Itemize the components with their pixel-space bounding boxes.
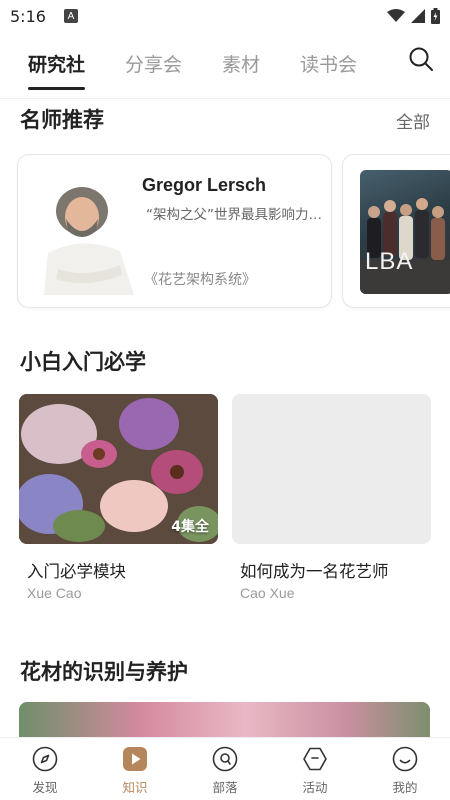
- see-all-link[interactable]: 全部: [396, 108, 430, 133]
- course-title[interactable]: 如何成为一名花艺师: [240, 558, 389, 582]
- hexagon-icon: [303, 747, 327, 771]
- tribe-icon: [212, 746, 238, 772]
- course-thumbnail[interactable]: 4集全: [19, 394, 218, 544]
- nav-label: 我的: [392, 780, 418, 795]
- nav-mine[interactable]: 我的: [360, 738, 450, 800]
- nav-tribe[interactable]: 部落: [180, 738, 270, 800]
- smile-icon: [392, 746, 418, 772]
- nav-knowledge[interactable]: 知识: [90, 738, 180, 800]
- battery-icon: [431, 8, 440, 24]
- teacher-card[interactable]: LBA: [342, 154, 450, 308]
- status-bar: 5:16 A: [0, 0, 450, 32]
- status-icons: [387, 8, 440, 24]
- notification-a-icon: A: [63, 9, 78, 23]
- tab-sharing-session[interactable]: 分享会: [125, 50, 182, 77]
- top-tabs: 研究社 分享会 素材 读书会: [0, 38, 450, 90]
- tab-materials[interactable]: 素材: [222, 50, 260, 77]
- nav-discover[interactable]: 发现: [0, 738, 90, 800]
- tab-research-club[interactable]: 研究社: [28, 50, 86, 90]
- teacher-book: 《花艺架构系统》: [144, 272, 256, 288]
- course-thumbnail-placeholder[interactable]: [232, 394, 431, 544]
- teacher-name: Gregor Lersch: [142, 175, 267, 195]
- group-photo: LBA: [360, 170, 450, 294]
- teacher-card[interactable]: Gregor Lersch “架构之父”世界最具影响力的花艺大师 《花艺架构系统…: [17, 154, 332, 308]
- teacher-portrait: [36, 171, 142, 295]
- tab-reading-club[interactable]: 读书会: [300, 50, 357, 77]
- nav-activity[interactable]: 活动: [270, 738, 360, 800]
- nav-label: 部落: [212, 780, 238, 795]
- course-author: Cao Xue: [240, 585, 295, 601]
- nav-label: 活动: [302, 780, 328, 795]
- status-time: 5:16: [10, 6, 46, 26]
- teacher-description: “架构之父”世界最具影响力的花艺大师: [146, 207, 324, 223]
- compass-icon: [32, 746, 58, 772]
- search-icon[interactable]: [408, 46, 434, 72]
- tab-divider: [0, 98, 450, 99]
- nav-label: 知识: [122, 780, 148, 795]
- lba-logo: LBA: [365, 248, 414, 275]
- course-title[interactable]: 入门必学模块: [27, 558, 126, 582]
- play-icon: [123, 747, 147, 771]
- bottom-nav: 发现 知识 部落 活动 我的: [0, 737, 450, 800]
- nav-label: 发现: [32, 780, 58, 795]
- wifi-icon: [387, 9, 405, 22]
- course-author: Xue Cao: [27, 585, 82, 601]
- section-title-beginner: 小白入门必学: [20, 350, 146, 374]
- section-title-flowers: 花材的识别与养护: [20, 660, 188, 684]
- signal-icon: [411, 9, 425, 23]
- episode-badge: 4集全: [171, 519, 209, 535]
- section-title-teachers: 名师推荐: [20, 108, 104, 132]
- flower-course-banner[interactable]: [19, 702, 430, 742]
